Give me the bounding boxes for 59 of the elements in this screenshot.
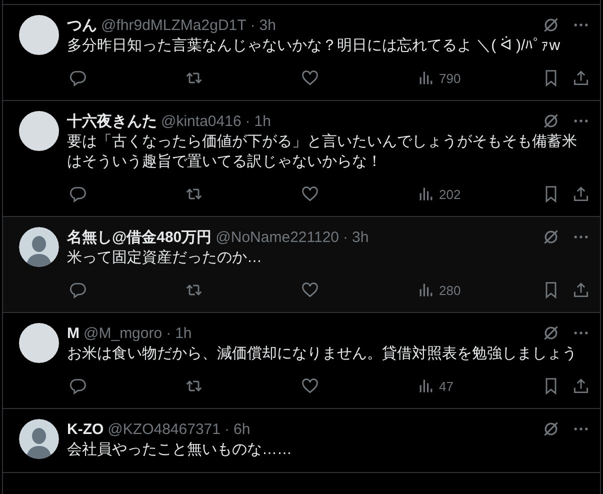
user-name[interactable]: つん [67,16,97,34]
separator-dot: · [166,324,172,342]
user-name[interactable]: K-ZO [67,420,104,438]
reply-icon[interactable] [69,281,87,299]
post-text: 会社員やったこと無いものな…… [67,440,293,460]
user-handle[interactable]: @M_mgoro [84,324,162,342]
separator-dot: · [250,16,256,34]
bar-chart-icon[interactable] [417,69,435,87]
user-handle[interactable]: @KZO48467371 [108,420,220,438]
view-count[interactable]: 202 [439,186,461,202]
slashed-circle-icon[interactable] [542,420,560,438]
bar-chart-icon[interactable] [417,377,435,395]
view-count[interactable]: 280 [439,282,461,298]
user-handle[interactable]: @kinta0416 [161,112,242,130]
share-icon[interactable] [572,69,590,87]
user-handle[interactable]: @fhr9dMLZMa2gD1T [101,16,246,34]
post-text: 米って固定資産だったのか… [67,248,263,268]
post-text: 多分昨日知った言葉なんじゃないかな？明日には忘れてるよ ＼( ᐛ )/ﾊﾟｧw [67,36,562,56]
heart-icon[interactable] [301,69,319,87]
post-text: お米は食い物だから、減価償却になりません。貸借対照表を勉強しましょう [67,344,578,364]
bar-chart-icon[interactable] [417,281,435,299]
avatar-photo-placeholder[interactable] [19,323,59,363]
separator-dot: · [245,112,250,130]
highlighted-post[interactable]: 名無し@借金480万円 @NoName221120 · 3h 米って固定資産だったのか… 280 [3,217,600,313]
user-name[interactable]: M [67,324,80,342]
view-count[interactable]: 790 [439,70,461,86]
share-icon[interactable] [572,281,590,299]
separator-dot: · [343,228,348,246]
post-card[interactable]: K-ZO @KZO48467371 · 6h 会社員やったこと無いものな…… [3,409,600,473]
post-time[interactable]: 3h [259,16,276,34]
heart-icon[interactable] [301,185,319,203]
user-name[interactable]: 名無し@借金480万円 [67,228,212,246]
user-handle[interactable]: @NoName221120 [216,228,340,246]
post-time[interactable]: 1h [254,112,271,130]
share-icon[interactable] [572,185,590,203]
reply-icon[interactable] [69,377,87,395]
post-time[interactable]: 6h [233,420,250,438]
bar-chart-icon[interactable] [417,185,435,203]
user-name[interactable]: 十六夜きんた [67,112,157,130]
slashed-circle-icon[interactable] [542,112,560,130]
slashed-circle-icon[interactable] [542,16,560,34]
reply-icon[interactable] [69,69,87,87]
slashed-circle-icon[interactable] [542,324,560,342]
default-avatar-icon[interactable] [19,419,59,459]
view-count[interactable]: 47 [439,378,454,394]
share-icon[interactable] [572,377,590,395]
slashed-circle-icon[interactable] [542,228,560,246]
default-avatar-icon[interactable] [19,227,59,267]
avatar-photo-placeholder[interactable] [19,15,59,55]
reply-icon[interactable] [69,185,87,203]
heart-icon[interactable] [301,377,319,395]
avatar-photo-placeholder[interactable] [19,111,59,151]
post-time[interactable]: 1h [175,324,192,342]
post-card[interactable]: M @M_mgoro · 1h お米は食い物だから、減価償却になりません。貸借対照表を勉強しましょう 47 [3,313,600,409]
post-text: 要は「古くなったら価値が下がる」と言いたいんでしょうがそもそも備蓄米はそういう趣旨で置いてる訳じゃないからな！ [67,132,578,172]
post-card[interactable]: つん @fhr9dMLZMa2gD1T · 3h 多分昨日知った言葉なんじゃないかな？明日には忘れてるよ ＼( ᐛ )/ﾊﾟｧw 790 [3,5,600,101]
separator-dot: · [224,420,230,438]
post-time[interactable]: 3h [352,228,369,246]
heart-icon[interactable] [301,281,319,299]
